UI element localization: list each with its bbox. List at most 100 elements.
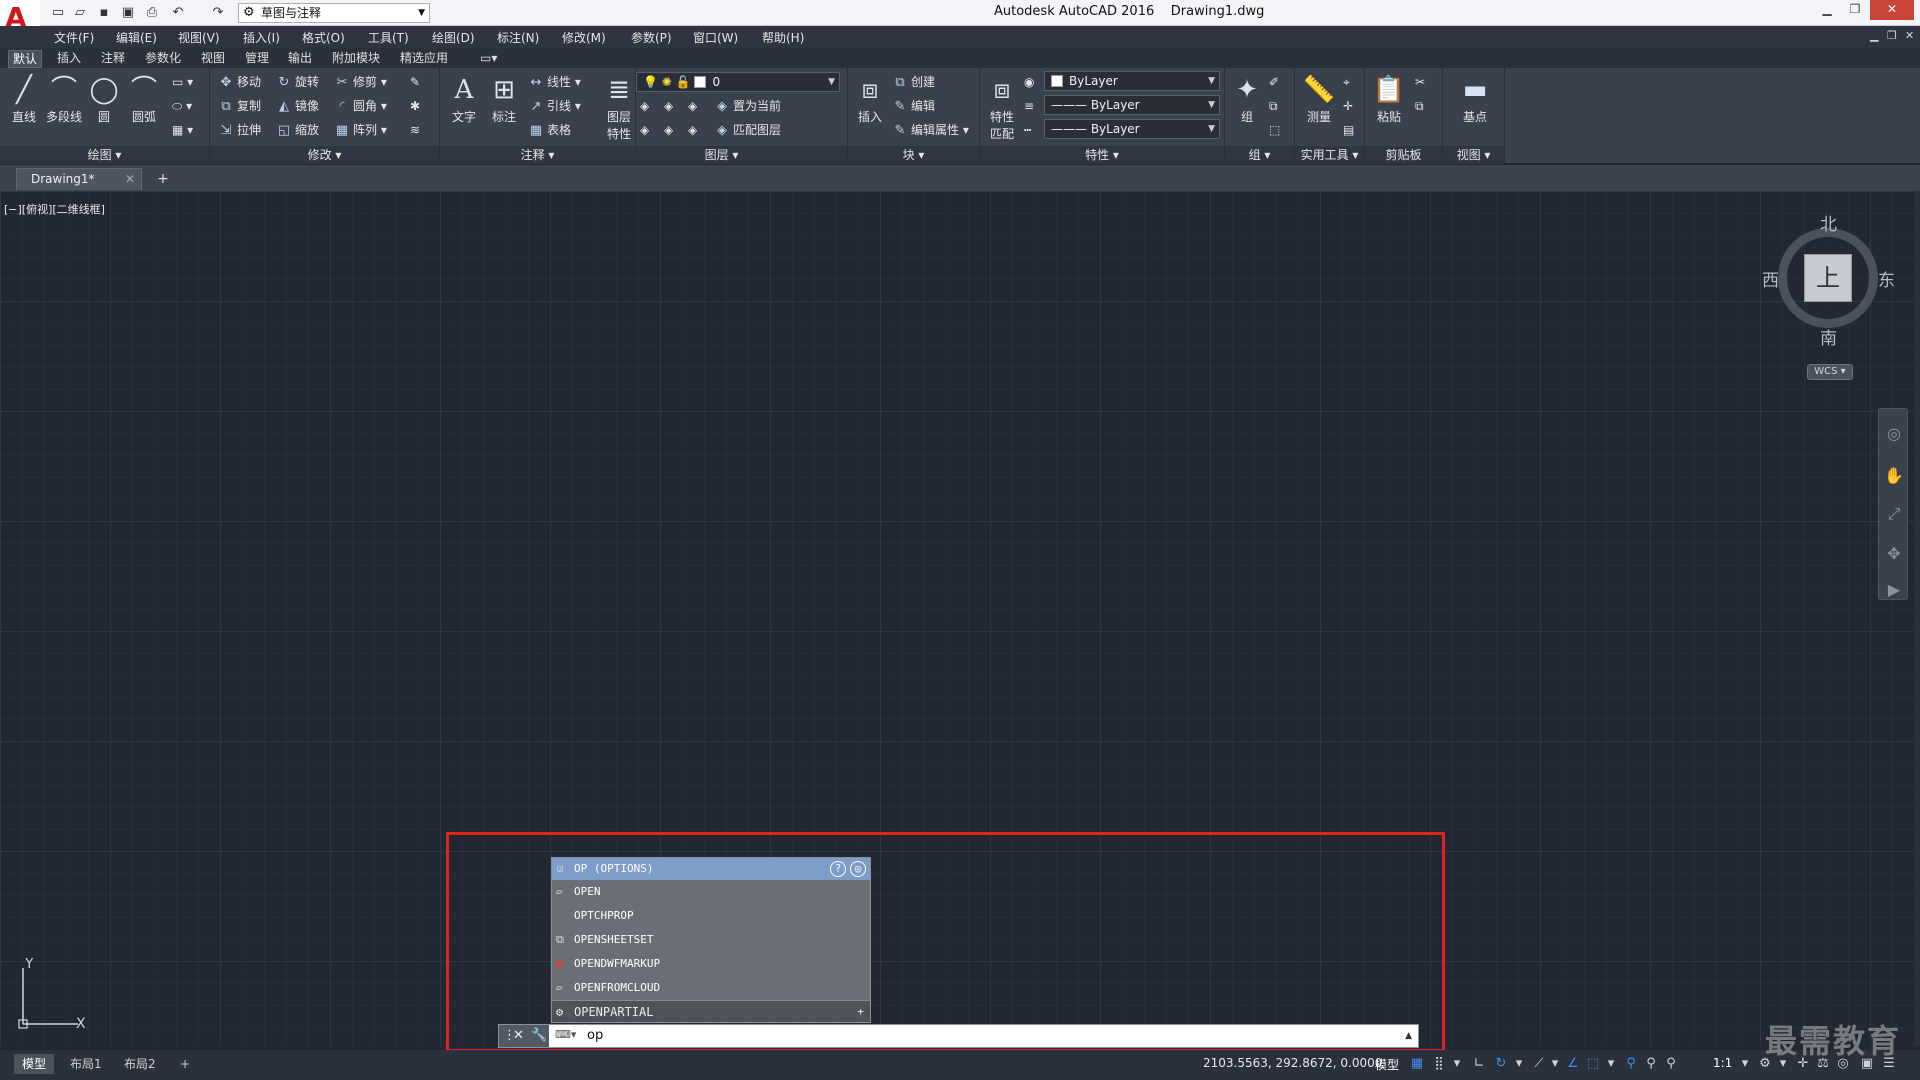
restore-button[interactable]: ❐: [1842, 0, 1868, 20]
circle-tool[interactable]: ◯ 圆: [84, 72, 124, 125]
color-select[interactable]: ByLayer ▼: [1044, 71, 1220, 91]
tab-addins[interactable]: 附加模块: [328, 50, 384, 68]
mirror-tool[interactable]: ◭ 镜像: [276, 96, 319, 116]
group-select-icon[interactable]: ⬚: [1269, 120, 1280, 140]
line-tool[interactable]: ╱ 直线: [4, 72, 44, 125]
dimension-tool[interactable]: ⊞ 标注: [484, 72, 524, 125]
coordinates-readout[interactable]: 2103.5563, 292.8672, 0.0000: [1203, 1056, 1382, 1070]
file-tab-drawing1[interactable]: Drawing1* ✕: [16, 168, 142, 190]
viewcube-top-face[interactable]: 上: [1804, 254, 1852, 302]
new-tab-button[interactable]: +: [152, 170, 174, 188]
tab-output[interactable]: 输出: [284, 50, 316, 68]
layer-lock-icon[interactable]: ◈: [688, 120, 697, 140]
compass-south[interactable]: 南: [1820, 324, 1837, 349]
panel-view-title[interactable]: 视图 ▾: [1443, 146, 1504, 164]
menu-tools[interactable]: 工具(T): [368, 29, 409, 46]
group-tool[interactable]: ✦ 组: [1229, 72, 1265, 125]
scale-tool[interactable]: ◱ 缩放: [276, 120, 319, 140]
menu-parametric[interactable]: 参数(P): [631, 29, 672, 46]
pan-hand-icon[interactable]: ✋: [1883, 465, 1905, 487]
compass-north[interactable]: 北: [1820, 210, 1837, 235]
add-layout-button[interactable]: +: [172, 1054, 198, 1074]
lineweight-select[interactable]: ——— ByLayer ▼: [1044, 119, 1220, 139]
match-properties-tool[interactable]: ⧈ 特性 匹配: [982, 72, 1022, 142]
layer-select[interactable]: 💡 ✺ 🔓 0 ▼: [636, 72, 840, 92]
linear-tool[interactable]: ↔ 线性 ▾: [528, 72, 581, 92]
chevron-down-icon[interactable]: ▾: [1736, 1055, 1754, 1073]
showmotion-icon[interactable]: ▶: [1883, 579, 1905, 601]
tab-parametric[interactable]: 参数化: [141, 50, 185, 68]
layer-on-icon[interactable]: ◈: [640, 120, 649, 140]
text-tool[interactable]: A 文字: [444, 72, 484, 125]
menu-insert[interactable]: 插入(I): [243, 29, 280, 46]
layer-off-icon[interactable]: ◈: [640, 96, 649, 116]
tab-layout1[interactable]: 布局1: [62, 1054, 110, 1074]
group-edit-icon[interactable]: ⧉: [1269, 96, 1278, 116]
polar-tracking-icon[interactable]: ↻: [1492, 1055, 1510, 1073]
menu-window[interactable]: 窗口(W): [693, 29, 738, 46]
panel-groups-title[interactable]: 组 ▾: [1225, 146, 1294, 164]
layer-properties-tool[interactable]: ≣ 图层 特性: [598, 72, 640, 142]
point-icon[interactable]: ✛: [1343, 96, 1353, 116]
menu-edit[interactable]: 编辑(E): [116, 29, 157, 46]
base-view-tool[interactable]: ▬ 基点: [1455, 72, 1495, 125]
move-tool[interactable]: ✥ 移动: [218, 72, 261, 92]
array-tool[interactable]: ▦ 阵列 ▾: [334, 120, 387, 140]
rotate-tool[interactable]: ↻ 旋转: [276, 72, 319, 92]
zoom-extents-icon[interactable]: ⤢: [1883, 503, 1905, 525]
layer-unisolate-icon[interactable]: ◈: [664, 120, 673, 140]
compass-east[interactable]: 东: [1878, 266, 1895, 291]
trim-tool[interactable]: ✂ 修剪 ▾: [334, 72, 387, 92]
polyline-tool[interactable]: ⌒ 多段线: [42, 72, 86, 125]
chevron-down-icon[interactable]: ▾: [1448, 1055, 1466, 1073]
doc-close-button[interactable]: ✕: [1905, 29, 1914, 42]
edit-attribute-tool[interactable]: ✎ 编辑属性 ▾: [892, 120, 969, 140]
wcs-menu-button[interactable]: WCS ▾: [1807, 364, 1853, 380]
panel-properties-title[interactable]: 特性 ▾: [980, 146, 1224, 164]
edit-block-tool[interactable]: ✎ 编辑: [892, 96, 935, 116]
measure-tool[interactable]: 📏 测量: [1299, 72, 1339, 125]
menu-draw[interactable]: 绘图(D): [432, 29, 475, 46]
leader-tool[interactable]: ↗ 引线 ▾: [528, 96, 581, 116]
chevron-down-icon[interactable]: ▾: [1546, 1055, 1564, 1073]
offset-icon[interactable]: ≋: [410, 120, 420, 140]
tab-view[interactable]: 视图: [197, 50, 229, 68]
menu-view[interactable]: 视图(V): [178, 29, 220, 46]
tab-featured-apps[interactable]: 精选应用: [396, 50, 452, 68]
ribbon-minimize-icon[interactable]: ▭▾: [476, 50, 501, 68]
close-icon[interactable]: ✕: [125, 169, 135, 189]
viewport-controls[interactable]: [−][俯视][二维线框]: [4, 201, 105, 217]
table-tool[interactable]: ▦ 表格: [528, 120, 571, 140]
model-space-toggle[interactable]: 模型: [1375, 1056, 1399, 1073]
undo-icon[interactable]: ↶: [168, 3, 188, 23]
id-point-icon[interactable]: ⌖: [1343, 72, 1350, 92]
minimize-button[interactable]: ▁: [1814, 0, 1840, 20]
save-icon[interactable]: ▪: [94, 3, 114, 23]
region-icon[interactable]: ▦ ▾: [172, 120, 193, 140]
menu-modify[interactable]: 修改(M): [562, 29, 606, 46]
ortho-icon[interactable]: ∟: [1470, 1055, 1488, 1073]
layer-freeze-icon[interactable]: ◈: [688, 96, 697, 116]
steering-wheel-icon[interactable]: ◎: [1883, 423, 1905, 445]
annotation-scale-select[interactable]: 1:1: [1713, 1056, 1732, 1070]
viewcube[interactable]: 上 北 南 东 西: [1762, 215, 1895, 349]
tab-model[interactable]: 模型: [14, 1054, 55, 1074]
paste-tool[interactable]: 📋 粘贴: [1369, 72, 1409, 125]
menu-help[interactable]: 帮助(H): [762, 29, 804, 46]
ungroup-icon[interactable]: ✐: [1269, 72, 1279, 92]
new-file-icon[interactable]: ▭: [48, 3, 68, 23]
panel-draw-title[interactable]: 绘图 ▾: [0, 146, 209, 164]
panel-modify-title[interactable]: 修改 ▾: [210, 146, 439, 164]
rectangle-icon[interactable]: ▭ ▾: [172, 72, 193, 92]
set-current-tool[interactable]: ◈ 置为当前: [714, 96, 781, 116]
copy-clip-icon[interactable]: ⧉: [1415, 96, 1424, 116]
doc-minimize-button[interactable]: ▁: [1870, 29, 1878, 42]
chevron-down-icon[interactable]: ▾: [1510, 1055, 1528, 1073]
create-block-tool[interactable]: ⧉ 创建: [892, 72, 935, 92]
open-folder-icon[interactable]: ▱: [70, 3, 90, 23]
annotation-visibility-icon[interactable]: ⚲: [1622, 1055, 1640, 1073]
object-snap-tracking-icon[interactable]: ∠: [1564, 1055, 1582, 1073]
hatch-icon[interactable]: ⬭ ▾: [172, 96, 192, 116]
tab-default[interactable]: 默认: [8, 50, 43, 68]
compass-west[interactable]: 西: [1762, 266, 1779, 291]
